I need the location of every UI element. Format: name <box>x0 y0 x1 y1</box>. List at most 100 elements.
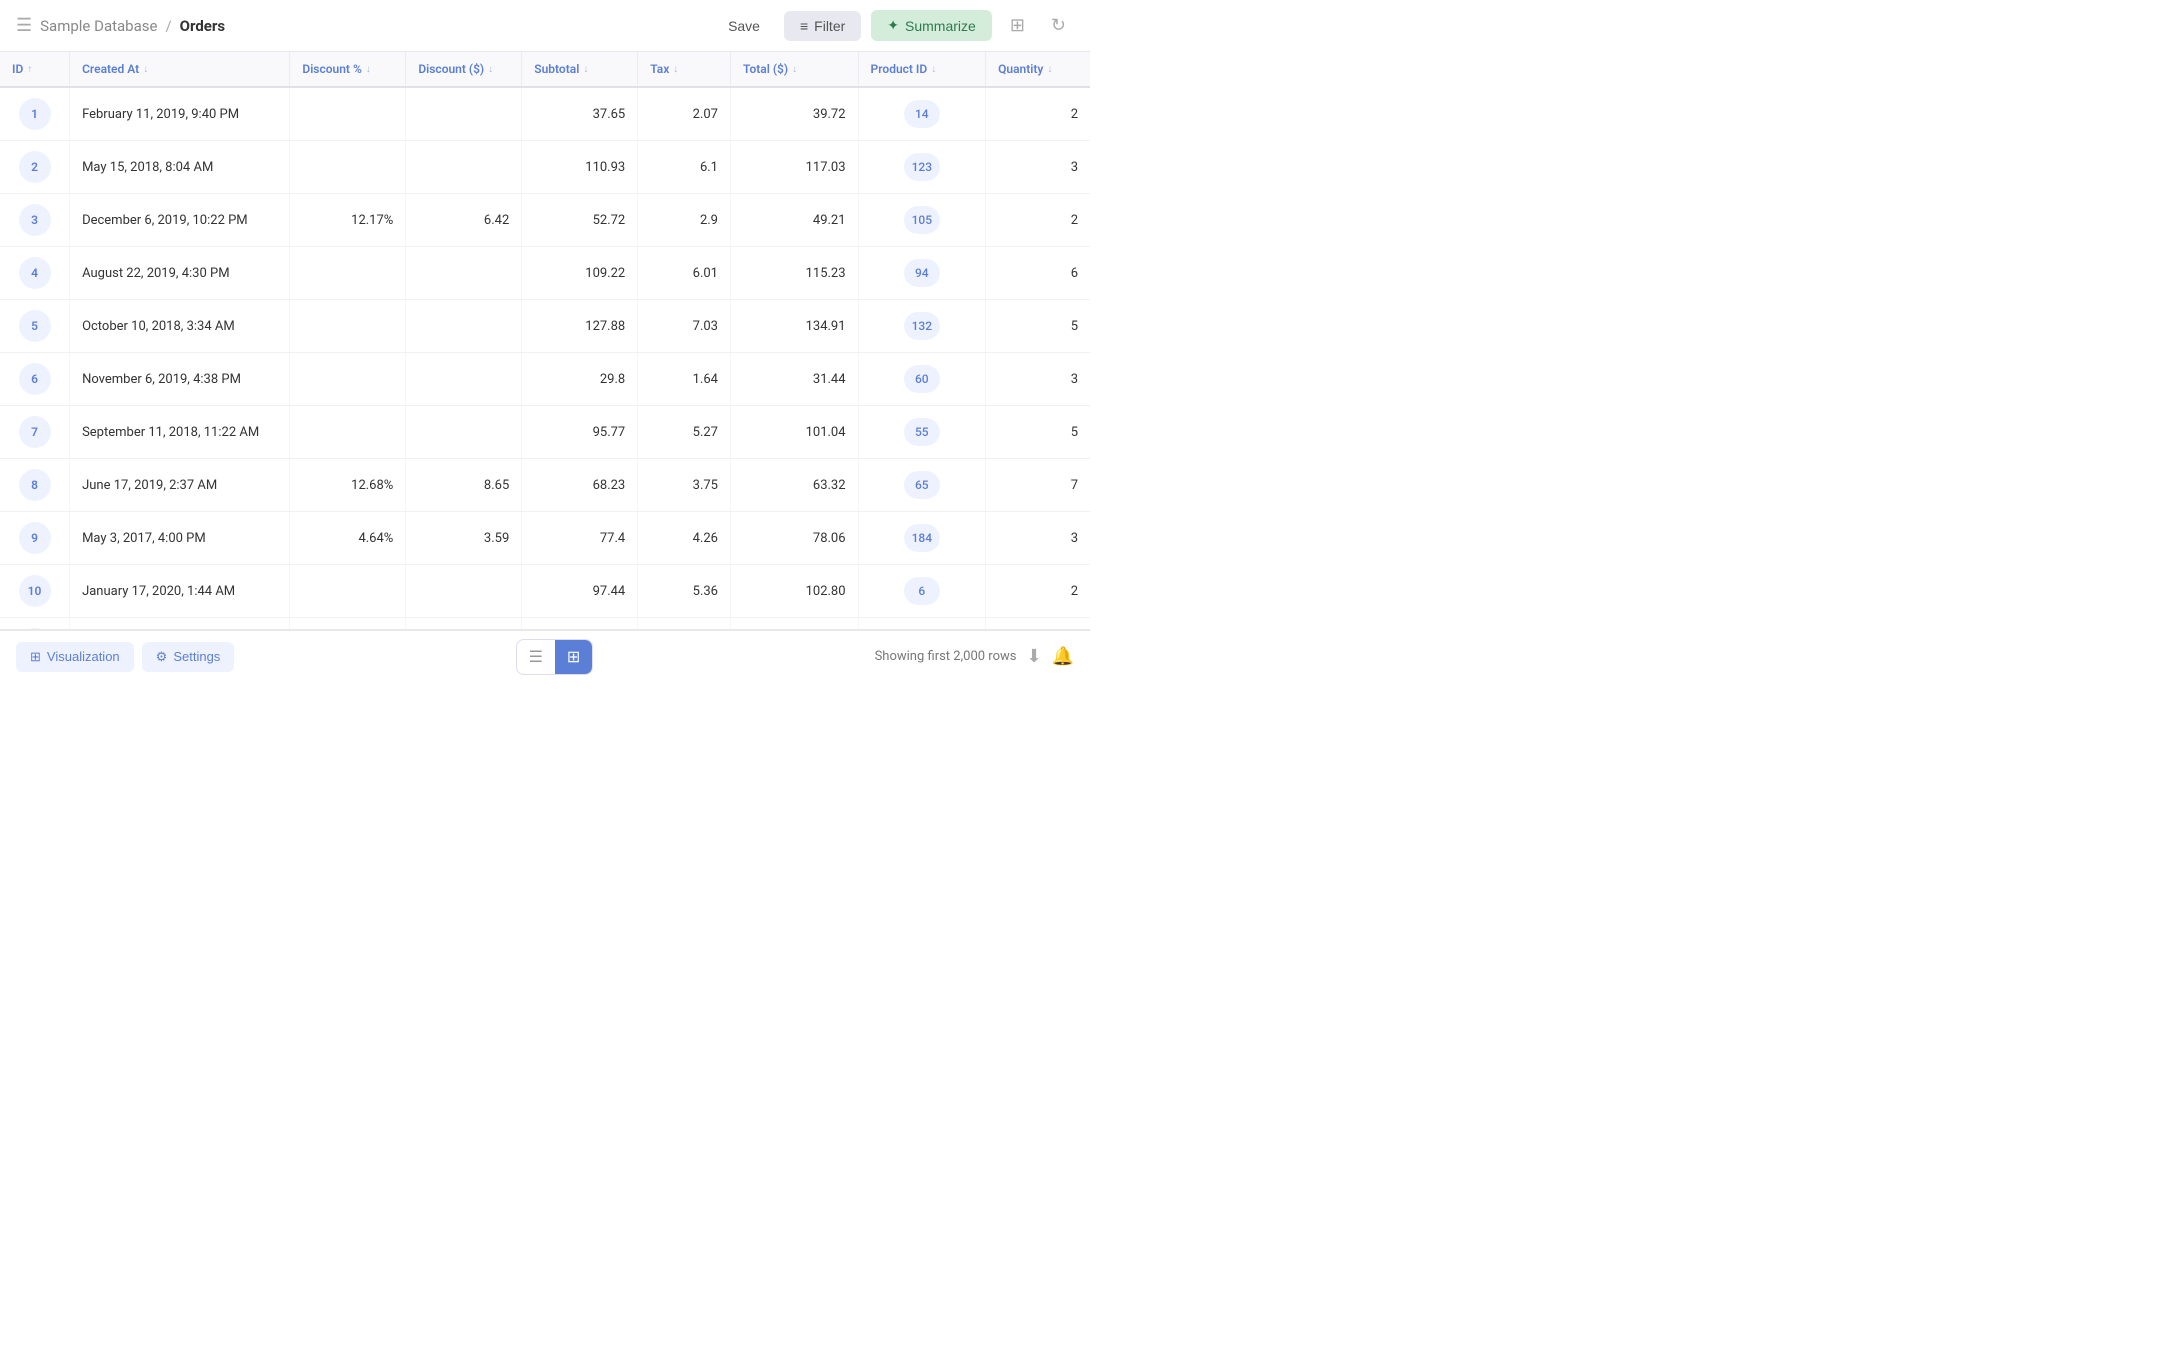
cell-subtotal: 63.82 <box>522 618 638 631</box>
cell-subtotal: 127.88 <box>522 300 638 353</box>
app-header: ☰ Sample Database / Orders Save ≡ Filter… <box>0 0 1090 52</box>
cell-total: 31.44 <box>731 353 859 406</box>
cell-tax: 3.75 <box>638 459 731 512</box>
col-header-id[interactable]: ID ↑ <box>0 52 70 87</box>
table-row: 1February 11, 2019, 9:40 PM37.652.0739.7… <box>0 87 1090 141</box>
download-icon[interactable]: ⬇ <box>1026 646 1041 667</box>
cell-product-id[interactable]: 94 <box>858 247 986 300</box>
cell-product-id[interactable]: 132 <box>858 300 986 353</box>
cell-discount-dollar <box>406 618 522 631</box>
cell-product-id[interactable]: 14 <box>858 87 986 141</box>
cell-quantity: 3 <box>986 512 1090 565</box>
cell-id: 4 <box>0 247 70 300</box>
view-toggle-group: ☰ ⊞ <box>516 639 594 675</box>
settings-button[interactable]: ⚙ Settings <box>142 642 235 672</box>
cell-discount-dollar <box>406 406 522 459</box>
cell-tax: 3.51 <box>638 618 731 631</box>
cell-discount-pct <box>290 406 406 459</box>
table-row: 5October 10, 2018, 3:34 AM127.887.03134.… <box>0 300 1090 353</box>
cell-discount-dollar: 3.59 <box>406 512 522 565</box>
cell-discount-dollar <box>406 87 522 141</box>
visualization-button[interactable]: ⊞ Visualization <box>16 642 134 672</box>
cell-created-at: November 6, 2019, 4:38 PM <box>70 353 290 406</box>
cell-id: 9 <box>0 512 70 565</box>
refresh-button[interactable]: ↻ <box>1043 11 1074 40</box>
cell-quantity: 5 <box>986 300 1090 353</box>
cell-subtotal: 77.4 <box>522 512 638 565</box>
sort-arrow-created: ↓ <box>143 64 148 75</box>
cell-product-id[interactable]: 55 <box>858 406 986 459</box>
cell-product-id[interactable]: 105 <box>858 194 986 247</box>
table-row: 11July 22, 2018, 8:31 PM 63.823.5167.3376… <box>0 618 1090 631</box>
table-row: 6November 6, 2019, 4:38 PM29.81.6431.446… <box>0 353 1090 406</box>
col-header-tax[interactable]: Tax ↓ <box>638 52 731 87</box>
cell-discount-pct <box>290 565 406 618</box>
database-icon: ☰ <box>16 15 32 36</box>
cell-product-id[interactable]: 123 <box>858 141 986 194</box>
grid-view-button[interactable]: ⊞ <box>555 640 592 674</box>
cell-total: 67.33 <box>731 618 859 631</box>
notification-icon[interactable]: 🔔 <box>1052 646 1074 667</box>
cell-created-at: June 17, 2019, 2:37 AM <box>70 459 290 512</box>
col-disc-pct-label: Discount % <box>302 62 361 76</box>
col-total-label: Total ($) <box>743 62 788 76</box>
cell-total: 49.21 <box>731 194 859 247</box>
filter-button[interactable]: ≡ Filter <box>784 11 861 41</box>
cell-discount-dollar: 6.42 <box>406 194 522 247</box>
cell-id: 11 <box>0 618 70 631</box>
table-container: ID ↑ Created At ↓ Discount % ↓ <box>0 52 1090 630</box>
cell-id: 3 <box>0 194 70 247</box>
cell-quantity: 2 <box>986 194 1090 247</box>
col-header-quantity[interactable]: Quantity ↓ <box>986 52 1090 87</box>
cell-created-at: May 3, 2017, 4:00 PM <box>70 512 290 565</box>
cell-subtotal: 52.72 <box>522 194 638 247</box>
col-header-product-id[interactable]: Product ID ↓ <box>858 52 986 87</box>
cell-id: 8 <box>0 459 70 512</box>
cell-product-id[interactable]: 76 <box>858 618 986 631</box>
cell-discount-dollar <box>406 141 522 194</box>
cell-tax: 4.26 <box>638 512 731 565</box>
cell-product-id[interactable]: 6 <box>858 565 986 618</box>
cell-tax: 7.03 <box>638 300 731 353</box>
col-product-label: Product ID <box>871 62 928 76</box>
col-header-total[interactable]: Total ($) ↓ <box>731 52 859 87</box>
cell-created-at: July 22, 2018, 8:31 PM <box>70 618 290 631</box>
cell-created-at: January 17, 2020, 1:44 AM <box>70 565 290 618</box>
cell-id: 1 <box>0 87 70 141</box>
table-row: 9May 3, 2017, 4:00 PM4.64%3.5977.44.2678… <box>0 512 1090 565</box>
col-subtotal-label: Subtotal <box>534 62 579 76</box>
cell-discount-dollar <box>406 353 522 406</box>
cell-product-id[interactable]: 60 <box>858 353 986 406</box>
visualization-label: Visualization <box>47 649 120 664</box>
cell-total: 134.91 <box>731 300 859 353</box>
cell-total: 63.32 <box>731 459 859 512</box>
table-row: 8June 17, 2019, 2:37 AM12.68%8.6568.233.… <box>0 459 1090 512</box>
cell-quantity: 3 <box>986 141 1090 194</box>
cell-product-id[interactable]: 65 <box>858 459 986 512</box>
cell-discount-pct: 12.17% <box>290 194 406 247</box>
col-header-subtotal[interactable]: Subtotal ↓ <box>522 52 638 87</box>
col-tax-label: Tax <box>650 62 669 76</box>
summarize-button[interactable]: ✦ Summarize <box>871 10 992 41</box>
cell-subtotal: 97.44 <box>522 565 638 618</box>
save-button[interactable]: Save <box>714 12 774 40</box>
cell-id: 7 <box>0 406 70 459</box>
col-header-created-at[interactable]: Created At ↓ <box>70 52 290 87</box>
columns-button[interactable]: ⊞ <box>1002 11 1033 40</box>
sort-arrow-disc-pct: ↓ <box>366 64 371 75</box>
col-header-discount-pct[interactable]: Discount % ↓ <box>290 52 406 87</box>
footer-right-info: Showing first 2,000 rows ⬇ 🔔 <box>875 646 1074 667</box>
col-header-discount-dollar[interactable]: Discount ($) ↓ <box>406 52 522 87</box>
sort-arrow-product: ↓ <box>931 64 936 75</box>
cell-created-at: February 11, 2019, 9:40 PM <box>70 87 290 141</box>
breadcrumb-db: Sample Database <box>40 17 157 35</box>
cell-discount-pct <box>290 300 406 353</box>
row-count-label: Showing first 2,000 rows <box>875 649 1017 664</box>
cell-tax: 5.36 <box>638 565 731 618</box>
cell-product-id[interactable]: 184 <box>858 512 986 565</box>
settings-icon: ⚙ <box>156 649 168 665</box>
orders-table: ID ↑ Created At ↓ Discount % ↓ <box>0 52 1090 630</box>
table-row: 2May 15, 2018, 8:04 AM110.936.1117.03123… <box>0 141 1090 194</box>
cell-discount-dollar <box>406 300 522 353</box>
list-view-button[interactable]: ☰ <box>517 640 555 674</box>
